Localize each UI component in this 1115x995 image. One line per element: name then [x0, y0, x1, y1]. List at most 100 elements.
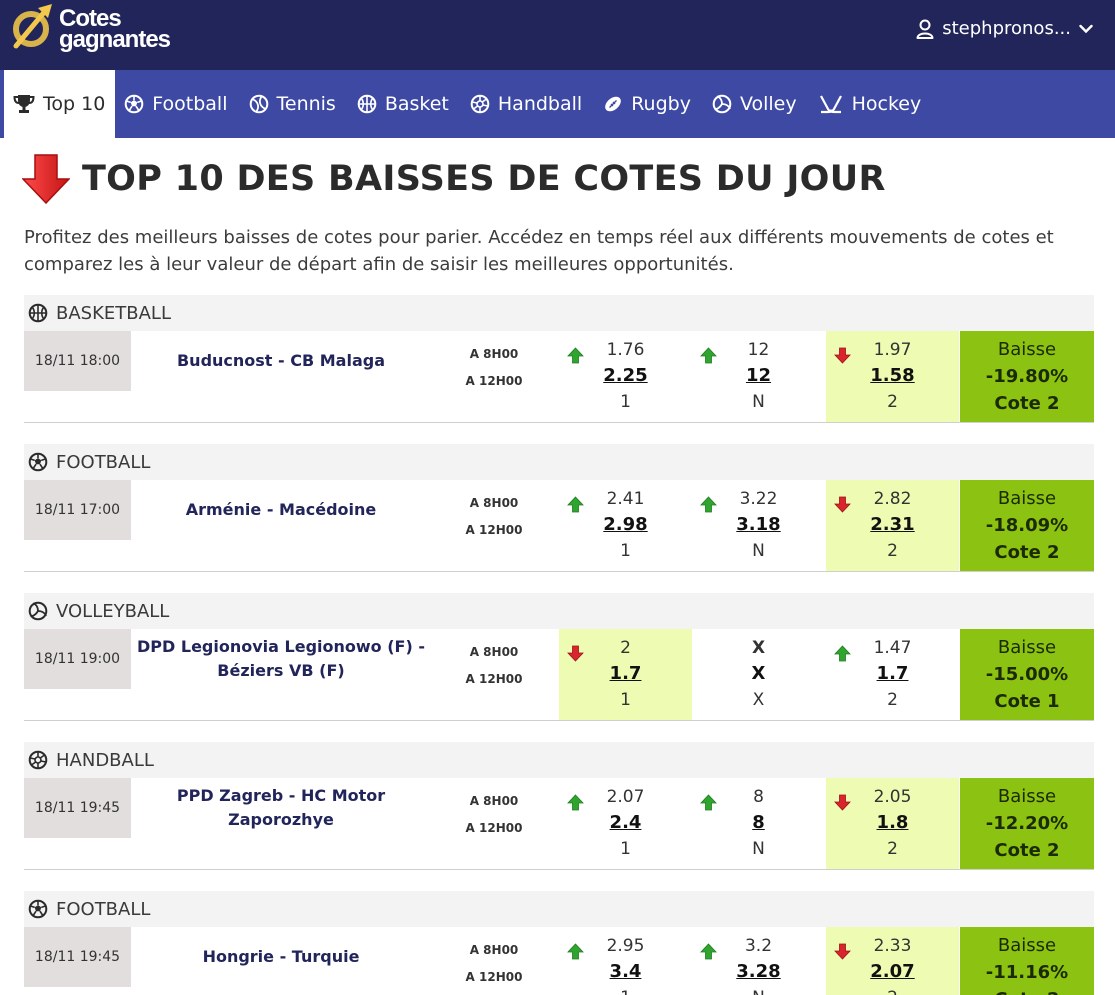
match-section: VOLLEYBALL 18/11 19:00 DPD Legionovia Legi… [24, 593, 1094, 721]
nav-tab-label: Handball [497, 93, 583, 115]
odd-current[interactable]: 3.4 [559, 961, 692, 982]
odd-cell[interactable]: XXX [692, 629, 825, 720]
odd-current[interactable]: 1.8 [826, 812, 959, 833]
odd-start: 12 [747, 340, 770, 360]
nav-tab-basket[interactable]: Basket [348, 70, 461, 138]
odd-cell[interactable]: 2.41 2.98 1 [559, 480, 692, 571]
nav-tab-label: Football [152, 93, 228, 115]
time-label-start: A 8H00 [469, 943, 519, 957]
nav-tab-football[interactable]: Football [115, 70, 239, 138]
odd-current[interactable]: 3.18 [692, 514, 825, 535]
sport-name: FOOTBALL [56, 898, 151, 920]
drop-verdict: Baisse -18.09% Cote 2 [960, 480, 1094, 571]
verdict-percent: -18.09% [985, 515, 1069, 536]
verdict-cote: Cote 2 [994, 393, 1060, 414]
odd-cell[interactable]: 2 1.7 1 [559, 629, 692, 720]
match-teams[interactable]: Arménie - Macédoine [131, 480, 431, 540]
odd-current[interactable]: 2.98 [559, 514, 692, 535]
odd-cell[interactable]: 3.22 3.18 N [692, 480, 825, 571]
odd-outcome: 2 [887, 541, 898, 561]
match-section: FOOTBALL 18/11 17:00 Arménie - Macédoine A … [24, 444, 1094, 572]
match-teams[interactable]: Buducnost - CB Malaga [131, 331, 431, 391]
odd-cell[interactable]: 8 8 N [692, 778, 825, 869]
odd-current[interactable]: 3.28 [692, 961, 825, 982]
drop-verdict: Baisse -19.80% Cote 2 [960, 331, 1094, 422]
odd-current[interactable]: 2.31 [826, 514, 959, 535]
nav-tab-top-10[interactable]: Top 10 [4, 70, 116, 138]
match-row[interactable]: 18/11 17:00 Arménie - Macédoine A 8H00 A 12… [24, 480, 1094, 572]
time-labels: A 8H00 A 12H00 [444, 490, 544, 544]
football-icon [28, 899, 56, 919]
odd-current[interactable]: 2.4 [559, 812, 692, 833]
odd-cell[interactable]: 2.95 3.4 1 [559, 927, 692, 995]
match-row[interactable]: 18/11 18:00 Buducnost - CB Malaga A 8H00 A … [24, 331, 1094, 423]
verdict-cote: Cote 2 [960, 986, 1094, 995]
match-teams[interactable]: Hongrie - Turquie [131, 927, 431, 987]
odd-cell[interactable]: 1.47 1.7 2 [826, 629, 959, 720]
odd-cell[interactable]: 1.97 1.58 2 [826, 331, 959, 422]
odd-cell[interactable]: 1.76 2.25 1 [559, 331, 692, 422]
user-menu[interactable]: stephpronos... [916, 18, 1101, 39]
match-row[interactable]: 18/11 19:00 DPD Legionovia Legionowo (F) … [24, 629, 1094, 721]
odd-current[interactable]: 12 [692, 365, 825, 386]
drop-verdict: Baisse -15.00% Cote 1 [960, 629, 1094, 720]
time-label-now: A 12H00 [465, 672, 523, 686]
sport-header: BASKETBALL [24, 295, 1094, 331]
verdict-percent: -15.00% [985, 664, 1069, 685]
volleyball-icon [712, 94, 740, 114]
sport-nav: Top 10 Football Tennis Basket Handball Rugby V… [0, 70, 1115, 138]
verdict-label: Baisse [997, 339, 1057, 360]
odd-cell[interactable]: 12 12 N [692, 331, 825, 422]
odd-current[interactable]: 2.07 [826, 961, 959, 982]
odd-outcome: 1 [620, 839, 631, 859]
odd-current[interactable]: X [692, 663, 825, 684]
odd-cell[interactable]: 2.33 2.07 2 [826, 927, 959, 995]
match-date: 18/11 19:45 [24, 927, 131, 987]
match-row[interactable]: 18/11 19:45 Hongrie - Turquie A 8H00 A 12H0… [24, 927, 1094, 995]
time-labels: A 8H00 A 12H00 [444, 639, 544, 693]
odd-current[interactable]: 8 [692, 812, 825, 833]
nav-tab-tennis[interactable]: Tennis [240, 70, 348, 138]
verdict-cote: Cote 1 [994, 691, 1060, 712]
nav-tab-volley[interactable]: Volley [703, 70, 809, 138]
odd-current[interactable]: 1.7 [826, 663, 959, 684]
match-section: HANDBALL 18/11 19:45 PPD Zagreb - HC Motor… [24, 742, 1094, 870]
nav-tab-rugby[interactable]: Rugby [594, 70, 703, 138]
page-title-row: TOP 10 DES BAISSES DE COTES DU JOUR [22, 154, 886, 204]
odd-cell[interactable]: 2.05 1.8 2 [826, 778, 959, 869]
verdict-percent: -12.20% [985, 813, 1069, 834]
tennis-icon [249, 94, 277, 114]
odd-cell[interactable]: 3.2 3.28 N [692, 927, 825, 995]
nav-tab-hockey[interactable]: Hockey [809, 70, 934, 138]
time-label-now: A 12H00 [465, 970, 523, 984]
logo-text: Cotes gagnantes [59, 6, 171, 53]
site-logo[interactable]: Cotes gagnantes [10, 2, 171, 53]
odd-current[interactable]: 1.7 [559, 663, 692, 684]
match-teams[interactable]: PPD Zagreb - HC Motor Zaporozhye [131, 778, 431, 838]
odd-cell[interactable]: 2.07 2.4 1 [559, 778, 692, 869]
odd-current[interactable]: 1.58 [826, 365, 959, 386]
username: stephpronos... [942, 18, 1071, 39]
logo-line-2: gagnantes [59, 25, 171, 53]
intro-text: Profitez des meilleurs baisses de cotes … [24, 227, 1054, 275]
verdict-cote: Cote 2 [994, 542, 1060, 563]
time-label-start: A 8H00 [469, 645, 519, 659]
drop-verdict: Baisse -12.20% Cote 2 [960, 778, 1094, 869]
time-labels: A 8H00 A 12H00 [444, 937, 544, 991]
odd-start: X [751, 638, 766, 658]
match-date: 18/11 19:45 [24, 778, 131, 838]
time-label-now: A 12H00 [465, 374, 523, 388]
odd-cell[interactable]: 2.82 2.31 2 [826, 480, 959, 571]
page-title: TOP 10 DES BAISSES DE COTES DU JOUR [82, 159, 886, 199]
sport-header: HANDBALL [24, 742, 1094, 778]
match-teams[interactable]: DPD Legionovia Legionowo (F) - Béziers V… [131, 629, 431, 689]
verdict-label: Baisse [997, 786, 1057, 807]
odd-current[interactable]: 2.25 [559, 365, 692, 386]
sport-name: BASKETBALL [56, 302, 171, 324]
nav-tab-handball[interactable]: Handball [461, 70, 594, 138]
football-icon [124, 94, 152, 114]
odd-outcome: 1 [620, 541, 631, 561]
match-row[interactable]: 18/11 19:45 PPD Zagreb - HC Motor Zaporoz… [24, 778, 1094, 870]
sport-header: FOOTBALL [24, 891, 1094, 927]
user-icon [916, 19, 934, 39]
